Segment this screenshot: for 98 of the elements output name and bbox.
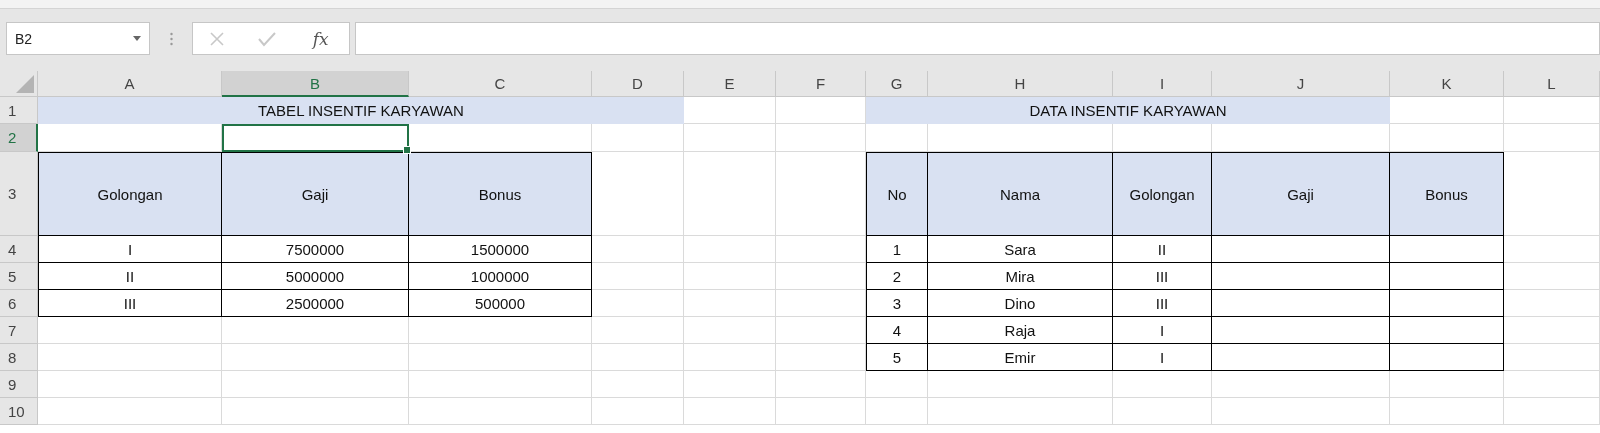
table-cell: III: [1113, 290, 1212, 317]
table-cell: 4: [866, 317, 928, 344]
sheet-cell[interactable]: [684, 344, 776, 371]
table-cell: 500000: [409, 290, 592, 317]
column-heading: Bonus: [409, 152, 592, 236]
table-cell: 1000000: [409, 263, 592, 290]
sheet-cell[interactable]: [592, 344, 684, 371]
insert-function-button[interactable]: fx: [308, 28, 333, 49]
row-header[interactable]: 10: [0, 398, 38, 425]
table-cell: 7500000: [222, 236, 409, 263]
sheet-cell[interactable]: [1212, 398, 1390, 425]
table-cell: Emir: [928, 344, 1113, 371]
table-cell: III: [38, 290, 222, 317]
sheet-cell[interactable]: [409, 371, 592, 398]
column-header[interactable]: I: [1113, 71, 1212, 97]
column-header[interactable]: F: [776, 71, 866, 97]
sheet-cell[interactable]: [1504, 398, 1600, 425]
formula-input[interactable]: [355, 22, 1600, 55]
row-header[interactable]: 6: [0, 290, 38, 317]
table-title: TABEL INSENTIF KARYAWAN: [38, 97, 684, 124]
column-header[interactable]: A: [38, 71, 222, 97]
table-cell: 2: [866, 263, 928, 290]
row-header[interactable]: 2: [0, 124, 38, 152]
column-header[interactable]: L: [1504, 71, 1600, 97]
sheet-cell[interactable]: [776, 371, 866, 398]
sheet-cell[interactable]: [409, 344, 592, 371]
column-heading: Golongan: [38, 152, 222, 236]
column-header[interactable]: B: [222, 71, 409, 97]
sheet-cell[interactable]: [592, 398, 684, 425]
row-header[interactable]: 5: [0, 263, 38, 290]
select-all-icon[interactable]: [16, 75, 34, 93]
dropdown-caret-icon: [133, 36, 141, 41]
column-heading: Nama: [928, 152, 1113, 236]
column-header[interactable]: C: [409, 71, 592, 97]
sheet-cell[interactable]: [1504, 97, 1600, 124]
sheet-cell[interactable]: [776, 398, 866, 425]
sheet-cell[interactable]: [592, 317, 684, 344]
table-cell: Sara: [928, 236, 1113, 263]
table-cell: I: [1113, 317, 1212, 344]
sheet-cell[interactable]: [684, 152, 776, 236]
sheet-cell[interactable]: [684, 124, 776, 152]
table-cell: Raja: [928, 317, 1113, 344]
column-heading: Bonus: [1390, 152, 1504, 236]
sheet-cell[interactable]: [222, 398, 409, 425]
column-header[interactable]: E: [684, 71, 776, 97]
row-header[interactable]: 4: [0, 236, 38, 263]
sheet-cell[interactable]: [684, 317, 776, 344]
column-header[interactable]: D: [592, 71, 684, 97]
sheet-cell[interactable]: [776, 124, 866, 152]
sheet-cell[interactable]: [1504, 124, 1600, 152]
sheet-cell[interactable]: [1113, 398, 1212, 425]
fill-handle[interactable]: [403, 146, 411, 154]
row-header[interactable]: 1: [0, 97, 38, 124]
column-header[interactable]: G: [866, 71, 928, 97]
column-heading: No: [866, 152, 928, 236]
sheet-cell[interactable]: [866, 398, 928, 425]
column-heading: Gaji: [222, 152, 409, 236]
column-header[interactable]: H: [928, 71, 1113, 97]
row-header[interactable]: 7: [0, 317, 38, 344]
sheet-cell[interactable]: [38, 371, 222, 398]
sheet-cell[interactable]: [928, 398, 1113, 425]
active-cell[interactable]: [222, 124, 409, 152]
sheet-cell[interactable]: [684, 263, 776, 290]
sheet-cell[interactable]: [409, 398, 592, 425]
sheet-cell[interactable]: [684, 236, 776, 263]
table-cell: 1500000: [409, 236, 592, 263]
table-cell: Mira: [928, 263, 1113, 290]
sheet-cell[interactable]: [222, 344, 409, 371]
table-cell: 5: [866, 344, 928, 371]
table-cell: III: [1113, 263, 1212, 290]
column-heading: Golongan: [1113, 152, 1212, 236]
table-cell: 1: [866, 236, 928, 263]
column-header[interactable]: K: [1390, 71, 1504, 97]
row-header[interactable]: 8: [0, 344, 38, 371]
grip-icon: [169, 31, 173, 46]
sheet-cell[interactable]: [1390, 398, 1504, 425]
table-cell: Dino: [928, 290, 1113, 317]
sheet-cell[interactable]: [1504, 371, 1600, 398]
table-title: DATA INSENTIF KARYAWAN: [866, 97, 1390, 124]
column-header[interactable]: J: [1212, 71, 1390, 97]
table-cell: 3: [866, 290, 928, 317]
column-heading: Gaji: [1212, 152, 1390, 236]
sheet-cell[interactable]: [684, 371, 776, 398]
sheet-cell[interactable]: [684, 398, 776, 425]
table-cell: II: [1113, 236, 1212, 263]
table-cell: 5000000: [222, 263, 409, 290]
table-cell: II: [38, 263, 222, 290]
sheet-cell[interactable]: [222, 371, 409, 398]
row-header[interactable]: 9: [0, 371, 38, 398]
table-cell: I: [1113, 344, 1212, 371]
sheet-cell[interactable]: [684, 290, 776, 317]
row-header[interactable]: 3: [0, 152, 38, 236]
sheet-cell[interactable]: [38, 344, 222, 371]
name-box[interactable]: B2: [6, 22, 150, 55]
table-cell: I: [38, 236, 222, 263]
sheet-cell[interactable]: [38, 398, 222, 425]
sheet-cell[interactable]: [592, 371, 684, 398]
table-cell: 2500000: [222, 290, 409, 317]
